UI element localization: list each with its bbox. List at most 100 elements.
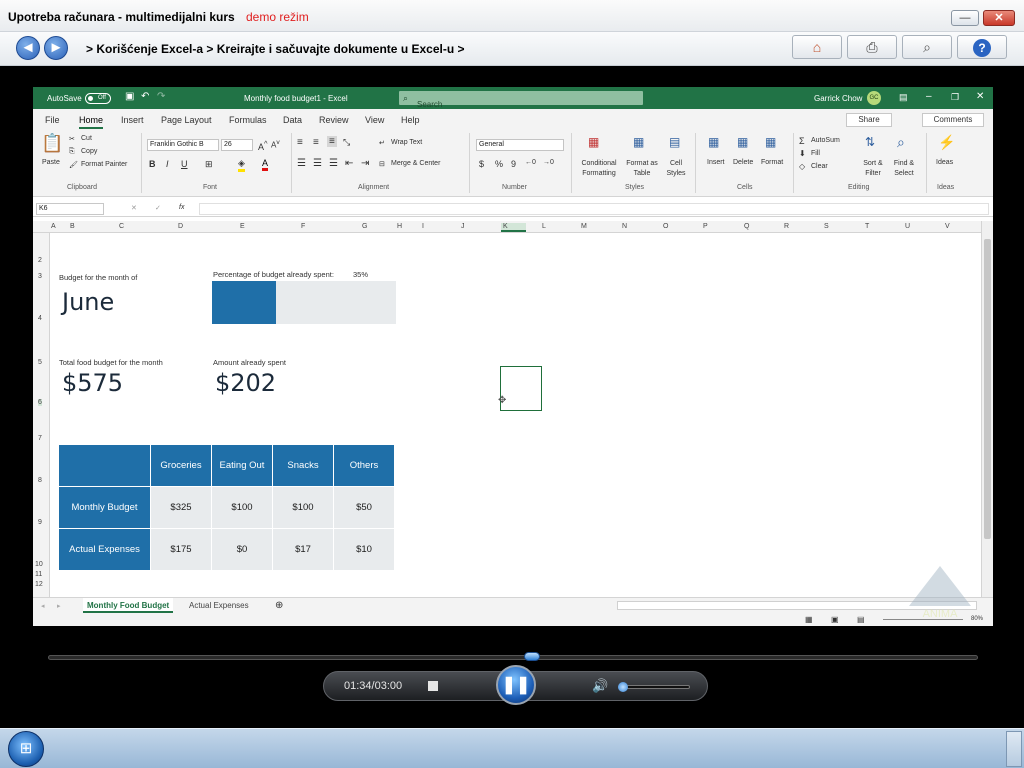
orientation-icon[interactable]: ⤡	[343, 137, 350, 148]
header-snacks[interactable]: Snacks	[272, 444, 334, 487]
col-u[interactable]: U	[905, 223, 910, 230]
row-11[interactable]: 11	[35, 571, 42, 578]
month-value[interactable]: June	[62, 288, 114, 316]
percent-icon[interactable]: %	[495, 159, 503, 169]
table-cell[interactable]: $100	[211, 486, 273, 529]
number-format-dropdown[interactable]: General	[476, 139, 564, 151]
scroll-left-icon[interactable]: ◂	[41, 602, 45, 610]
format-painter-button[interactable]: Format Painter	[81, 161, 127, 168]
seek-bar[interactable]	[48, 652, 978, 661]
row-label-monthly-budget[interactable]: Monthly Budget	[58, 486, 151, 529]
sort-filter-icon[interactable]: ⇅	[865, 135, 875, 149]
autosum-button[interactable]: AutoSum	[811, 137, 840, 144]
sheet-tab-monthly-food-budget[interactable]: Monthly Food Budget	[83, 598, 174, 613]
wrap-icon[interactable]: ↵	[379, 139, 385, 147]
redo-icon[interactable]: ↷	[157, 91, 165, 102]
add-sheet-icon[interactable]: ⊕	[275, 600, 283, 611]
page-layout-icon[interactable]: ▣	[831, 615, 839, 624]
table-cell[interactable]: $0	[211, 528, 273, 571]
paste-icon[interactable]: 📋	[41, 133, 63, 154]
col-j[interactable]: J	[461, 223, 465, 230]
copy-icon[interactable]: ⎘	[69, 148, 75, 156]
italic-icon[interactable]: I	[166, 159, 169, 169]
col-k[interactable]: K	[501, 223, 526, 232]
volume-icon[interactable]: 🔊	[592, 678, 608, 694]
row-label-actual-expenses[interactable]: Actual Expenses	[58, 528, 151, 571]
tab-view[interactable]: View	[365, 115, 384, 125]
col-a[interactable]: A	[51, 223, 56, 230]
font-color-icon[interactable]: A	[262, 158, 269, 171]
col-v[interactable]: V	[945, 223, 950, 230]
align-right-icon[interactable]: ☰	[329, 158, 338, 169]
row-8[interactable]: 8	[38, 477, 42, 484]
header-eating-out[interactable]: Eating Out	[211, 444, 273, 487]
eraser-icon[interactable]: ◇	[799, 162, 805, 171]
search-button[interactable]: ⌕	[902, 35, 952, 59]
sheet-tab-actual-expenses[interactable]: Actual Expenses	[189, 601, 249, 610]
volume-slider[interactable]	[618, 682, 690, 692]
currency-icon[interactable]: $	[479, 159, 484, 169]
row-6[interactable]: 6	[38, 399, 42, 406]
amount-spent-value[interactable]: $202	[215, 369, 276, 397]
delete-button[interactable]: Delete	[733, 159, 753, 166]
col-l[interactable]: L	[542, 223, 546, 230]
align-center-icon[interactable]: ☰	[313, 158, 322, 169]
row-9[interactable]: 9	[38, 519, 42, 526]
start-button[interactable]: ⊞	[8, 731, 44, 767]
row-3[interactable]: 3	[38, 273, 42, 280]
col-g[interactable]: G	[362, 223, 367, 230]
indent-decrease-icon[interactable]: ⇤	[345, 158, 353, 169]
avatar[interactable]: GC	[867, 91, 881, 105]
print-button[interactable]: ⎙	[847, 35, 897, 59]
borders-icon[interactable]: ⊞	[205, 159, 213, 170]
forward-button[interactable]: ►	[44, 36, 68, 60]
col-q[interactable]: Q	[744, 223, 749, 230]
stop-button[interactable]	[428, 681, 438, 691]
row-7[interactable]: 7	[38, 435, 42, 442]
font-name-dropdown[interactable]: Franklin Gothic B	[147, 139, 219, 151]
formula-input[interactable]	[199, 203, 989, 215]
scissors-icon[interactable]: ✂	[69, 135, 75, 143]
comments-button[interactable]: Comments	[922, 113, 984, 127]
enter-icon[interactable]: ✓	[155, 204, 161, 212]
autosum-icon[interactable]: Σ	[799, 136, 805, 146]
help-button[interactable]: ?	[957, 35, 1007, 59]
table-cell[interactable]: $325	[150, 486, 212, 529]
col-b[interactable]: B	[70, 223, 75, 230]
col-n[interactable]: N	[622, 223, 627, 230]
ribbon-display-icon[interactable]: ▤	[899, 92, 908, 103]
table-cell[interactable]: $100	[272, 486, 334, 529]
share-button[interactable]: Share	[846, 113, 892, 127]
tab-page-layout[interactable]: Page Layout	[161, 115, 212, 125]
magnifier-icon[interactable]: ⌕	[897, 134, 905, 151]
tab-data[interactable]: Data	[283, 115, 302, 125]
brush-icon[interactable]: 🖌	[69, 161, 78, 169]
format-table-icon[interactable]: ▦	[633, 135, 644, 149]
col-m[interactable]: M	[581, 223, 587, 230]
col-p[interactable]: P	[703, 223, 708, 230]
sort-filter-button[interactable]: Sort & Filter	[859, 159, 887, 179]
tab-formulas[interactable]: Formulas	[229, 115, 267, 125]
col-s[interactable]: S	[824, 223, 829, 230]
col-f[interactable]: F	[301, 223, 305, 230]
format-as-table-button[interactable]: Format as Table	[623, 159, 661, 179]
indent-increase-icon[interactable]: ⇥	[361, 158, 369, 169]
cut-button[interactable]: Cut	[81, 135, 92, 142]
table-cell[interactable]: $17	[272, 528, 334, 571]
cell-styles-icon[interactable]: ▤	[669, 135, 680, 149]
header-groceries[interactable]: Groceries	[150, 444, 212, 487]
decrease-decimal-icon[interactable]: →0	[543, 159, 554, 166]
row-4[interactable]: 4	[38, 315, 42, 322]
back-button[interactable]: ◄	[16, 36, 40, 60]
format-cells-icon[interactable]: ▦	[765, 135, 776, 149]
col-r[interactable]: R	[784, 223, 789, 230]
col-c[interactable]: C	[119, 223, 124, 230]
col-e[interactable]: E	[240, 223, 245, 230]
tab-help[interactable]: Help	[401, 115, 420, 125]
header-others[interactable]: Others	[333, 444, 395, 487]
conditional-formatting-icon[interactable]: ▦	[588, 135, 599, 149]
paste-button[interactable]: Paste	[42, 159, 60, 166]
lightning-icon[interactable]: ⚡	[938, 134, 955, 151]
cancel-icon[interactable]: ✕	[131, 204, 137, 212]
save-icon[interactable]: ▣	[125, 91, 134, 102]
